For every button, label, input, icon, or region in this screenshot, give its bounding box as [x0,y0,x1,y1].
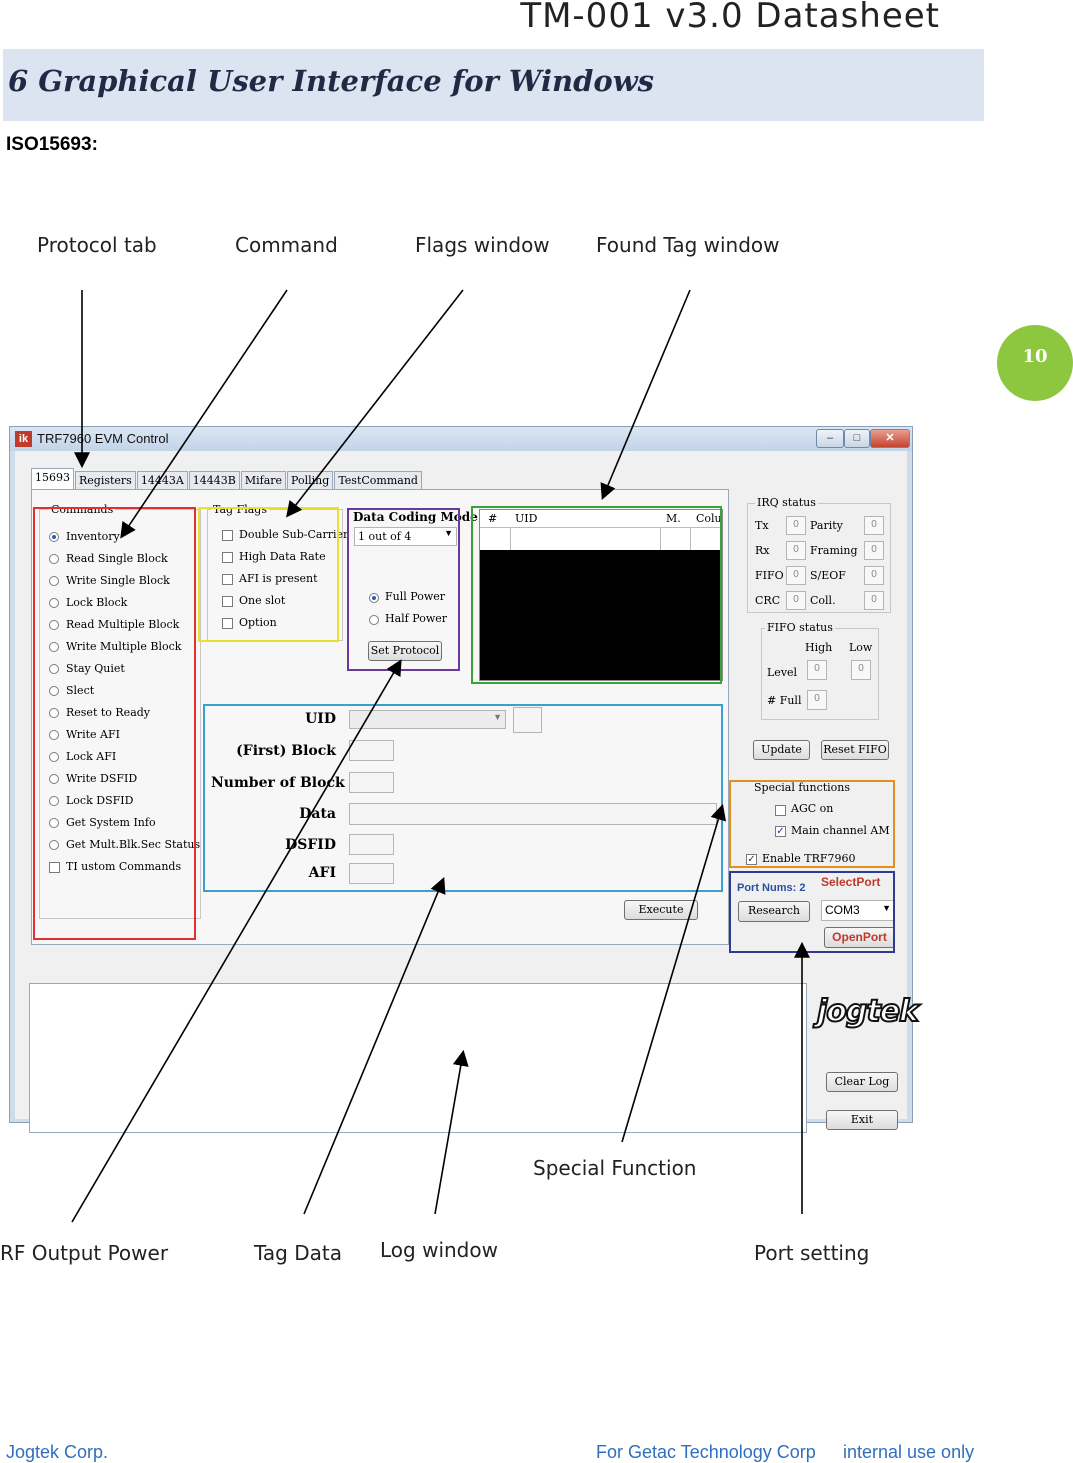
arrow-special-function [621,803,727,1143]
arrow-command [120,289,288,539]
callout-port-setting: Port setting [754,1241,870,1265]
footer-for: For Getac Technology Corp [596,1442,816,1462]
arrow-rf-output-power [71,659,402,1223]
arrow-log-window [434,1049,469,1215]
callout-log-window: Log window [380,1238,498,1262]
footer-internal: internal use only [843,1442,975,1462]
arrow-flags-window [286,289,464,518]
arrow-found-tag-window [600,289,691,500]
callout-tag-data: Tag Data [254,1241,342,1265]
footer-company: Jogtek Corp. [6,1442,109,1462]
callout-special-function: Special Function [533,1156,697,1180]
arrow-tag-data [303,877,446,1215]
callout-rf-output-power: RF Output Power [0,1241,169,1265]
